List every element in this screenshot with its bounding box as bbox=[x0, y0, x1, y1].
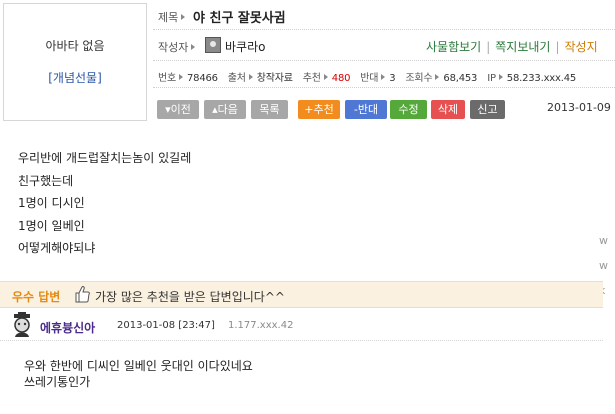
arrow-right-icon bbox=[191, 44, 196, 50]
locker-link[interactable]: 사물함보기 bbox=[426, 40, 481, 54]
separator: | bbox=[486, 40, 491, 54]
best-answer-banner: 우수 답변 가장 많은 추천을 받은 답변입니다^^ bbox=[0, 281, 603, 308]
comment-author[interactable]: 에휴븅신아 bbox=[40, 319, 95, 336]
user-icon bbox=[205, 37, 221, 53]
no-avatar-text: 아바타 없음 bbox=[45, 39, 105, 53]
thumbs-up-icon bbox=[75, 286, 90, 303]
author-row: 작성자 바쿠라o 사물함보기 | 쪽지보내기 | 작성지 bbox=[153, 30, 615, 61]
source-label: 출처 bbox=[227, 73, 246, 84]
arrow-right-icon bbox=[381, 74, 386, 80]
views-count: 68,453 bbox=[443, 73, 478, 84]
list-button[interactable]: 목록 bbox=[251, 100, 288, 119]
comment-header: 에휴븅신아 2013-01-08 [23:47] 1.177.xxx.42 bbox=[0, 309, 603, 341]
delete-button[interactable]: 삭제 bbox=[431, 100, 465, 119]
separator: | bbox=[555, 40, 560, 54]
arrow-right-icon bbox=[181, 14, 186, 20]
post-body: 우리반에 개드럽잘치는놈이 있길레 친구했는데 1명이 디시인 1명이 일베인 … bbox=[18, 147, 191, 260]
send-message-link[interactable]: 쪽지보내기 bbox=[495, 40, 550, 54]
user-avatar-icon bbox=[14, 312, 30, 337]
ip-value: 58.233.xxx.45 bbox=[506, 73, 577, 84]
author-links: 사물함보기 | 쪽지보내기 | 작성지 bbox=[426, 38, 598, 55]
arrow-right-icon bbox=[248, 74, 253, 80]
body-line: 어떻게해야되냐 bbox=[18, 241, 96, 255]
body-line: 1명이 일베인 bbox=[18, 218, 85, 233]
post-meta: 번호 78466 출처 창작자료 추천 480 반대 3 조회수 68,453 IP 58.… bbox=[158, 69, 576, 84]
comment-ip: 1.177.xxx.42 bbox=[228, 320, 294, 331]
best-answer-message: 가장 많은 추천을 받은 답변입니다^^ bbox=[95, 290, 285, 304]
arrow-right-icon bbox=[179, 74, 183, 80]
report-button[interactable]: 신고 bbox=[470, 100, 505, 119]
post-source: 창작자료 bbox=[256, 73, 293, 84]
arrow-right-icon bbox=[435, 74, 440, 80]
author-name[interactable]: 바쿠라o bbox=[225, 38, 265, 55]
side-fragment: w bbox=[599, 234, 608, 247]
oppose-count: 3 bbox=[389, 73, 396, 84]
ip-label: IP bbox=[487, 73, 496, 84]
oppose-label: 반대 bbox=[360, 73, 379, 84]
post-date: 2013-01-09 bbox=[547, 101, 611, 114]
side-fragment: w bbox=[599, 259, 608, 272]
comment-line: 쓰레기통인가 bbox=[24, 375, 91, 389]
title-label: 제목 bbox=[158, 9, 189, 25]
author-label: 작성자 bbox=[158, 39, 199, 55]
author-posts-link[interactable]: 작성지 bbox=[565, 40, 598, 54]
prev-button[interactable]: ▾이전 bbox=[157, 100, 199, 119]
comment-line: 우와 한반에 디씨인 일베인 웃대인 이다있네요 bbox=[24, 359, 253, 373]
arrow-right-icon bbox=[323, 74, 328, 80]
avatar-box: 아바타 없음 [개념선물] bbox=[3, 3, 147, 121]
body-line: 친구했는데 bbox=[18, 173, 74, 188]
gift-link[interactable]: [개념선물] bbox=[4, 69, 146, 86]
comment-body: 우와 한반에 디씨인 일베인 웃대인 이다있네요 쓰레기통인가 bbox=[24, 358, 253, 390]
body-line: 우리반에 개드럽잘치는놈이 있길레 bbox=[18, 151, 192, 165]
title-row: 제목 야 친구 잘못사귐 bbox=[153, 0, 615, 30]
arrow-right-icon bbox=[498, 74, 503, 80]
next-button[interactable]: ▴다음 bbox=[204, 100, 246, 119]
comment-date: 2013-01-08 [23:47] bbox=[117, 320, 215, 331]
recommend-count: 480 bbox=[331, 73, 351, 84]
edit-button[interactable]: 수정 bbox=[390, 100, 427, 119]
oppose-button[interactable]: -반대 bbox=[345, 100, 387, 119]
recommend-button[interactable]: +추천 bbox=[298, 100, 340, 119]
post-title: 야 친구 잘못사귐 bbox=[193, 11, 286, 26]
post-number: 78466 bbox=[187, 73, 218, 84]
number-label: 번호 bbox=[158, 73, 176, 84]
best-answer-label: 우수 답변 bbox=[12, 290, 61, 304]
meta-row: 번호 78466 출처 창작자료 추천 480 반대 3 조회수 68,453 IP 58.… bbox=[153, 61, 615, 88]
views-label: 조회수 bbox=[405, 73, 433, 84]
body-line: 1명이 디시인 bbox=[18, 196, 85, 210]
recommend-label: 추천 bbox=[302, 73, 321, 84]
